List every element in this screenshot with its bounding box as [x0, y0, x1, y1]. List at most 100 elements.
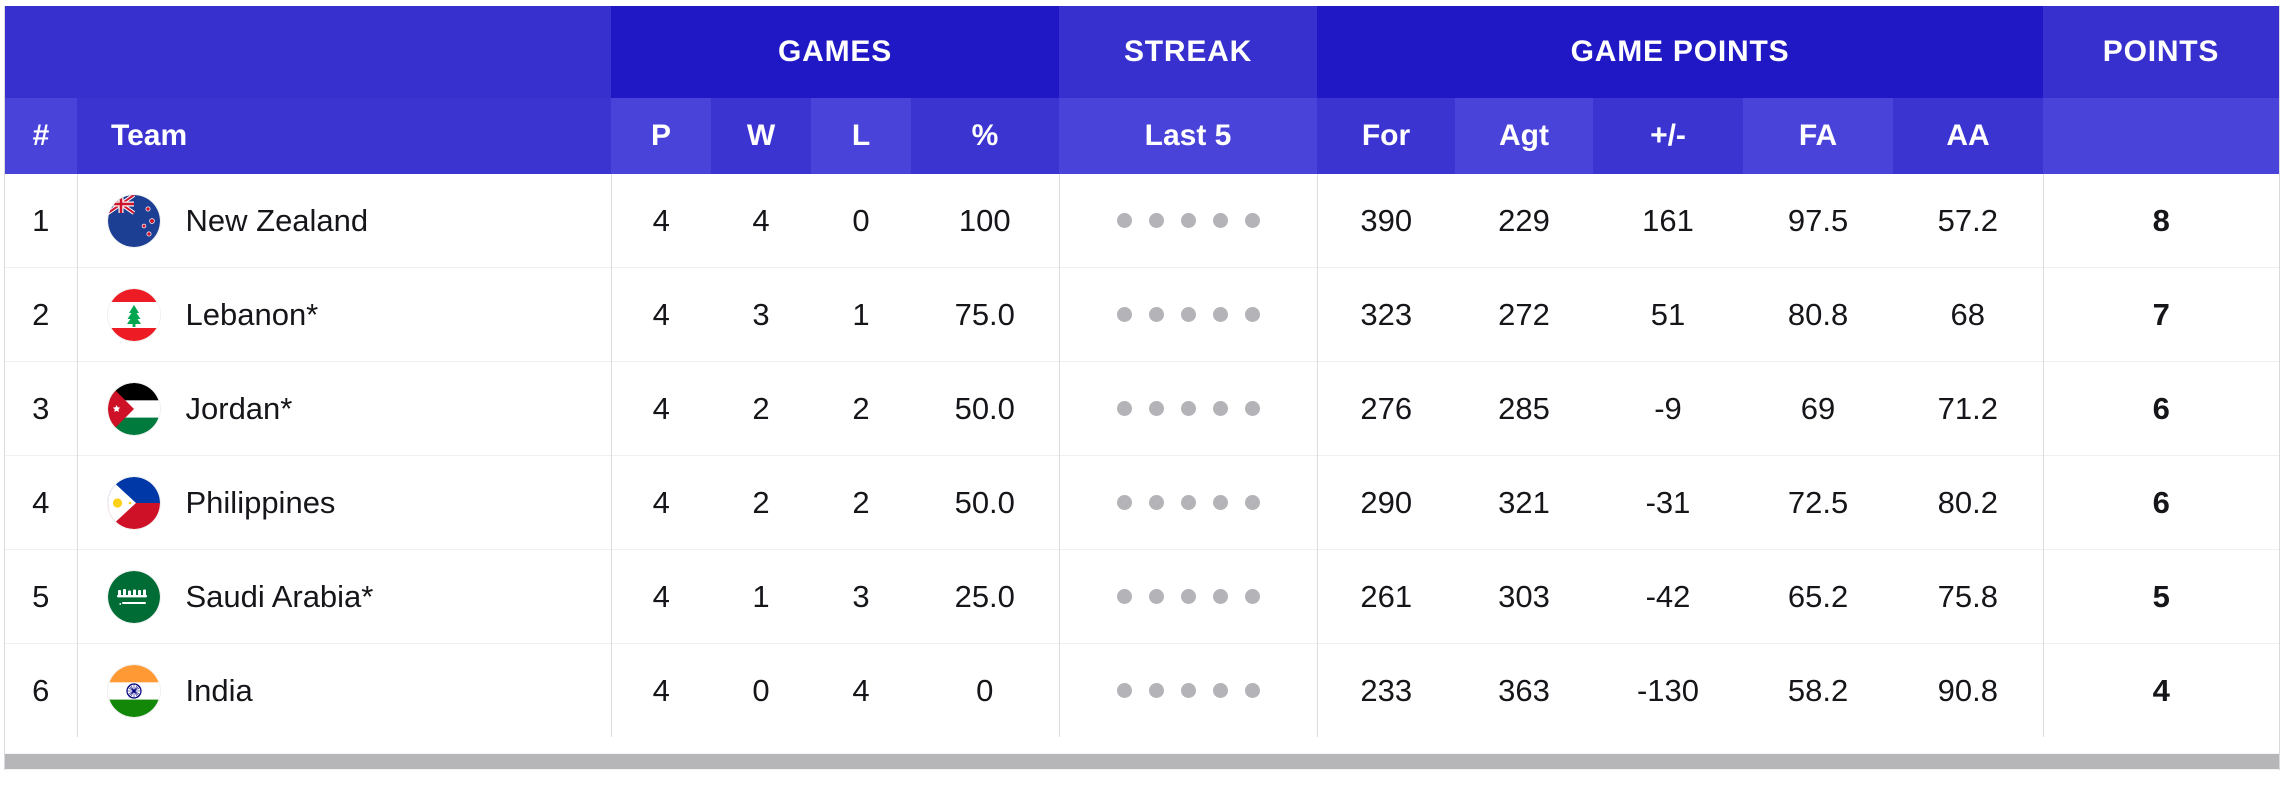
new-zealand-flag	[107, 194, 160, 247]
cell-won: 1	[711, 549, 811, 644]
streak-dot	[1116, 683, 1132, 698]
cell-team[interactable]: Lebanon*	[76, 267, 611, 362]
cell-last-5	[1058, 174, 1318, 268]
table-row[interactable]: 4 Philippines 4 2 2 50.0 290 321 -31 72.5 80.2 6	[5, 455, 2279, 550]
column-header-aa[interactable]: AA	[1893, 98, 2044, 174]
cell-for-average: 65.2	[1743, 549, 1894, 644]
team-name: Philippines	[185, 484, 336, 520]
streak-dot	[1180, 213, 1196, 228]
india-flag	[107, 664, 160, 717]
jordan-flag	[107, 382, 160, 435]
column-header-last5[interactable]: Last 5	[1059, 98, 1318, 174]
cell-team[interactable]: Jordan*	[76, 361, 611, 456]
lebanon-flag	[107, 288, 160, 341]
column-header-diff[interactable]: +/-	[1593, 98, 1744, 174]
cell-points: 6	[2042, 455, 2279, 550]
cell-against-average: 57.2	[1893, 174, 2044, 268]
cell-points: 6	[2042, 361, 2279, 456]
cell-rank: 1	[5, 174, 77, 268]
table-row[interactable]: 2 Lebanon* 4 3 1 75.0 323 272 51 80.8 68 7	[5, 267, 2279, 362]
cell-points: 8	[2042, 174, 2279, 268]
streak-dot	[1148, 495, 1164, 510]
cell-lost: 0	[811, 174, 911, 268]
philippines-flag	[107, 476, 160, 529]
group-header-row: GAMES STREAK GAME POINTS POINTS	[5, 6, 2279, 98]
cell-team[interactable]: India	[76, 643, 611, 737]
cell-points-against: 321	[1455, 455, 1594, 550]
cell-played: 4	[610, 361, 711, 456]
cell-points-against: 363	[1455, 643, 1594, 737]
group-header-points: POINTS	[2043, 6, 2279, 98]
cell-for-average: 72.5	[1743, 455, 1894, 550]
team-name: Jordan*	[185, 390, 293, 426]
cell-lost: 3	[811, 549, 911, 644]
cell-lost: 1	[811, 267, 911, 362]
streak-dot	[1244, 401, 1260, 416]
group-header-streak: STREAK	[1059, 6, 1318, 98]
streak-dot	[1116, 401, 1132, 416]
cell-team[interactable]: Philippines	[76, 455, 611, 550]
cell-won: 0	[711, 643, 811, 737]
cell-points-against: 285	[1455, 361, 1594, 456]
table-row[interactable]: 1 New Zealand 4 4 0 100 390 229 161 97.5 57.2 8	[5, 174, 2279, 268]
cell-points-against: 272	[1455, 267, 1594, 362]
table-row[interactable]: 5 Saudi Arabia* 4 1 3 25.0 261 303 -42 65.2 75.8 5	[5, 549, 2279, 644]
table-row[interactable]: 3 Jordan* 4 2 2 50.0 276 285 -9 69 71.2 6	[5, 361, 2279, 456]
column-header-team[interactable]: Team	[77, 98, 611, 174]
cell-won: 2	[711, 361, 811, 456]
cell-points-for: 390	[1316, 174, 1456, 268]
streak-dot	[1212, 589, 1228, 604]
column-header-pct[interactable]: %	[911, 98, 1060, 174]
streak-dot	[1116, 495, 1132, 510]
streak-dot	[1180, 495, 1196, 510]
streak-dots	[1060, 683, 1317, 698]
cell-win-percent: 50.0	[911, 361, 1060, 456]
streak-dot	[1244, 213, 1260, 228]
cell-win-percent: 50.0	[911, 455, 1060, 550]
cell-point-differential: -31	[1593, 455, 1744, 550]
streak-dot	[1244, 307, 1260, 322]
streak-dot	[1180, 401, 1196, 416]
team-name: Lebanon*	[185, 296, 319, 332]
column-header-for[interactable]: For	[1317, 98, 1456, 174]
cell-point-differential: -42	[1593, 549, 1744, 644]
cell-played: 4	[610, 267, 711, 362]
cell-against-average: 90.8	[1893, 643, 2044, 737]
group-header-games: GAMES	[611, 6, 1060, 98]
streak-dot	[1180, 307, 1196, 322]
cell-for-average: 58.2	[1743, 643, 1894, 737]
column-header-points[interactable]	[2043, 98, 2279, 174]
cell-point-differential: 161	[1593, 174, 1744, 268]
team-name: New Zealand	[185, 202, 369, 238]
column-header-p[interactable]: P	[611, 98, 711, 174]
cell-last-5	[1058, 361, 1318, 456]
cell-point-differential: -9	[1593, 361, 1744, 456]
column-header-row: # Team P W L % Last 5 For Agt +/- FA AA	[5, 98, 2279, 174]
column-header-fa[interactable]: FA	[1743, 98, 1894, 174]
cell-team[interactable]: Saudi Arabia*	[76, 549, 611, 644]
streak-dots	[1060, 401, 1317, 416]
column-header-w[interactable]: W	[711, 98, 811, 174]
cell-points-for: 290	[1316, 455, 1456, 550]
cell-points-for: 276	[1316, 361, 1456, 456]
cell-points: 5	[2042, 549, 2279, 644]
cell-rank: 2	[5, 267, 77, 362]
table-row[interactable]: 6 India 4 0 4 0 233 363 -130 58.2 90.8 4	[5, 643, 2279, 737]
column-header-rank[interactable]: #	[5, 98, 77, 174]
cell-points: 4	[2042, 643, 2279, 737]
cell-for-average: 80.8	[1743, 267, 1894, 362]
cell-for-average: 69	[1743, 361, 1894, 456]
group-header-game-points: GAME POINTS	[1317, 6, 2044, 98]
horizontal-scrollbar[interactable]	[5, 753, 2279, 770]
column-header-l[interactable]: L	[811, 98, 911, 174]
cell-team[interactable]: New Zealand	[76, 174, 611, 268]
horizontal-scrollbar-thumb[interactable]	[5, 754, 2279, 769]
streak-dot	[1244, 683, 1260, 698]
cell-points-for: 323	[1316, 267, 1456, 362]
streak-dot	[1212, 495, 1228, 510]
streak-dot	[1148, 307, 1164, 322]
column-header-agt[interactable]: Agt	[1455, 98, 1594, 174]
streak-dot	[1148, 683, 1164, 698]
table-body: 1 New Zealand 4 4 0 100 390 229 161 97.5 57.2 8 2	[5, 174, 2279, 737]
cell-points-for: 261	[1316, 549, 1456, 644]
